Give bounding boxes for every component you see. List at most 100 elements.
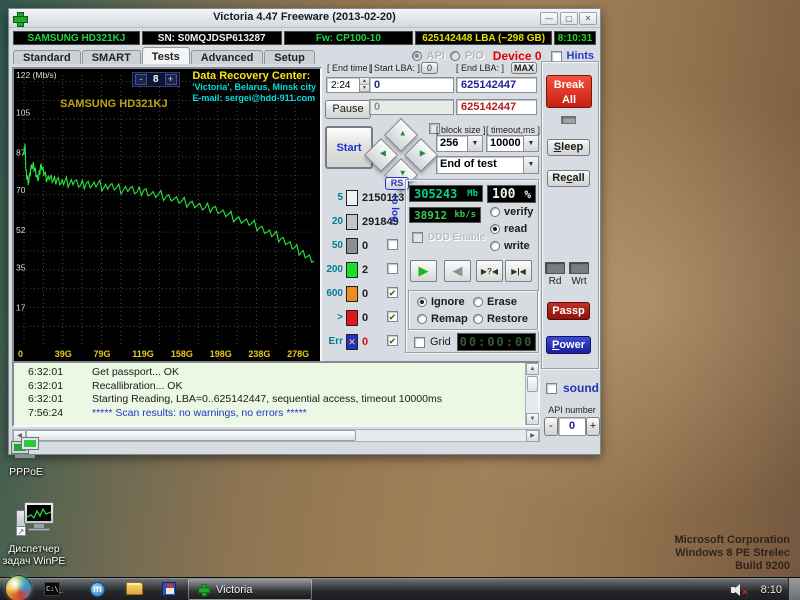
sleep-button[interactable]: Sleep (547, 139, 590, 156)
erase-radio[interactable] (473, 297, 483, 307)
app-m-icon[interactable]: m (90, 582, 105, 597)
graph-zoom-value: 8 (149, 74, 163, 85)
play-button[interactable]: ▶ (410, 260, 437, 282)
counter-label: 200 (323, 264, 343, 275)
close-button[interactable]: ✕ (579, 12, 597, 25)
start-lba-label: [ Start LBA: ] (369, 63, 420, 73)
timeout-label: [ timeout,ms ] (486, 125, 540, 135)
minimize-button[interactable]: — (540, 12, 558, 25)
tab-advanced[interactable]: Advanced (191, 50, 264, 64)
log-vertical-scrollbar[interactable]: ▲ ▼ (525, 363, 538, 425)
radio-ignore[interactable]: Ignore (417, 296, 473, 308)
counter-log-checkbox[interactable] (387, 263, 398, 274)
taskbar-task-victoria[interactable]: Victoria (188, 579, 312, 600)
restore-radio[interactable] (473, 314, 483, 324)
watermark-line: Microsoft Corporation (675, 534, 791, 547)
tab-setup[interactable]: Setup (264, 50, 315, 64)
start-button[interactable] (5, 575, 32, 600)
radio-restore[interactable]: Restore (473, 313, 529, 325)
ddd-enable-checkbox[interactable] (412, 232, 423, 243)
butterfly-read-button[interactable]: ▶|◀ (505, 260, 532, 282)
maximize-button[interactable]: ▢ (560, 12, 578, 25)
system-tray: ✕ 8:10 (731, 578, 782, 600)
tab-standard[interactable]: Standard (13, 50, 81, 64)
rd-indicator (545, 262, 565, 274)
block-size-select[interactable]: 256 ▼ (436, 135, 483, 152)
counter-log-checkbox[interactable]: ✔ (387, 335, 398, 346)
mute-x-icon: ✕ (741, 587, 749, 598)
end-lba-input[interactable]: 625142447 (456, 77, 537, 93)
remap-radio[interactable] (417, 314, 427, 324)
back-button[interactable]: ◀ (444, 260, 471, 282)
api-number-stepper[interactable]: - 0 + (544, 417, 600, 436)
seek-test-button[interactable]: ▶?◀ (476, 260, 503, 282)
log-scroll-thumb[interactable] (527, 376, 538, 392)
log-horizontal-scrollbar[interactable]: ◀ ▶ (12, 429, 540, 442)
tab-tests[interactable]: Tests (142, 47, 190, 64)
end-lba-label: [ End LBA: ] (456, 63, 504, 73)
block-size-dropdown-icon[interactable]: ▼ (467, 136, 482, 151)
start-lba-zero-button[interactable]: 0 (421, 62, 438, 74)
scroll-down-icon[interactable]: ▼ (526, 413, 539, 425)
grid-option[interactable]: Grid (414, 336, 451, 348)
cmd-icon[interactable]: C:\_ (44, 582, 60, 596)
end-action-select[interactable]: End of test ▼ (436, 156, 539, 174)
volume-muted-icon[interactable]: ✕ (731, 583, 747, 597)
sound-option[interactable]: sound (546, 381, 599, 395)
scroll-up-icon[interactable]: ▲ (526, 363, 539, 375)
power-button[interactable]: Power (546, 336, 591, 354)
timeout-select[interactable]: 10000 ▼ (486, 135, 539, 152)
hints-checkbox[interactable] (551, 51, 562, 62)
end-time-stepper[interactable]: 2:24 ▲▼ (326, 77, 370, 93)
ignore-radio[interactable] (417, 297, 427, 307)
end-lba-max-button[interactable]: MAX (511, 62, 537, 74)
start-lba-input[interactable]: 0 (369, 77, 454, 93)
radio-write[interactable]: write (490, 240, 533, 252)
counter-log-checkbox[interactable]: ✔ (387, 311, 398, 322)
speed-unit: kb/s (454, 210, 476, 220)
radio-verify[interactable]: verify (490, 206, 533, 218)
watermark-line: Windows 8 PE Strelec (675, 547, 791, 560)
desktop-icon-task-manager[interactable]: ↗ Диспетчер задач WinPE (0, 502, 72, 567)
radio-read[interactable]: read (490, 223, 533, 235)
radio-remap[interactable]: Remap (417, 313, 473, 325)
recall-button[interactable]: Recall (547, 170, 590, 187)
save-icon[interactable] (162, 582, 176, 596)
counter-color-block (346, 214, 358, 230)
end-time-down-icon[interactable]: ▼ (360, 85, 369, 92)
api-number-minus-button[interactable]: - (544, 417, 558, 436)
counter-log-checkbox[interactable] (387, 239, 398, 250)
radio-erase[interactable]: Erase (473, 296, 529, 308)
ddd-enable-option[interactable]: DDD Enable (412, 232, 485, 243)
scroll-right-icon[interactable]: ▶ (526, 430, 539, 442)
timeout-dropdown-icon[interactable]: ▼ (523, 136, 538, 151)
counter-value: 2 (362, 264, 368, 276)
end-action-value: End of test (437, 157, 523, 173)
pause-button[interactable]: Pause (325, 100, 371, 119)
grid-checkbox[interactable] (414, 337, 425, 348)
log-hscroll-thumb[interactable] (26, 430, 356, 441)
log-panel[interactable]: 6:32:01Get passport... OK6:32:01Recallib… (12, 361, 540, 427)
write-radio[interactable] (490, 241, 500, 251)
start-button[interactable]: Start (325, 126, 373, 169)
tab-smart[interactable]: SMART (82, 50, 141, 64)
counter-log-checkbox[interactable]: ✔ (387, 287, 398, 298)
title-bar[interactable]: Victoria 4.47 Freeware (2013-02-20) — ▢ … (9, 9, 600, 28)
read-radio[interactable] (490, 224, 500, 234)
graph-zoom-in-button[interactable]: + (165, 74, 177, 85)
desktop-icon-pppoe[interactable]: PPPoE (0, 437, 64, 478)
show-desktop-button[interactable] (788, 578, 800, 600)
end-time-up-icon[interactable]: ▲ (360, 78, 369, 85)
graph-zoom-out-button[interactable]: - (135, 74, 147, 85)
verify-radio[interactable] (490, 207, 500, 217)
passp-button[interactable]: Passp (547, 302, 590, 320)
sound-checkbox[interactable] (546, 383, 557, 394)
api-number-plus-button[interactable]: + (586, 417, 600, 436)
break-all-button[interactable]: Break All (546, 75, 592, 108)
write-label: write (504, 240, 530, 252)
block-size-label: [ block size ] (436, 125, 486, 135)
end-action-dropdown-icon[interactable]: ▼ (523, 157, 538, 173)
back-button-icon: ◀ (453, 263, 463, 278)
speed-graph-panel: 122 (Mb/s)1058770523517039G79G119G158G19… (12, 67, 322, 363)
folder-icon[interactable] (126, 582, 143, 595)
